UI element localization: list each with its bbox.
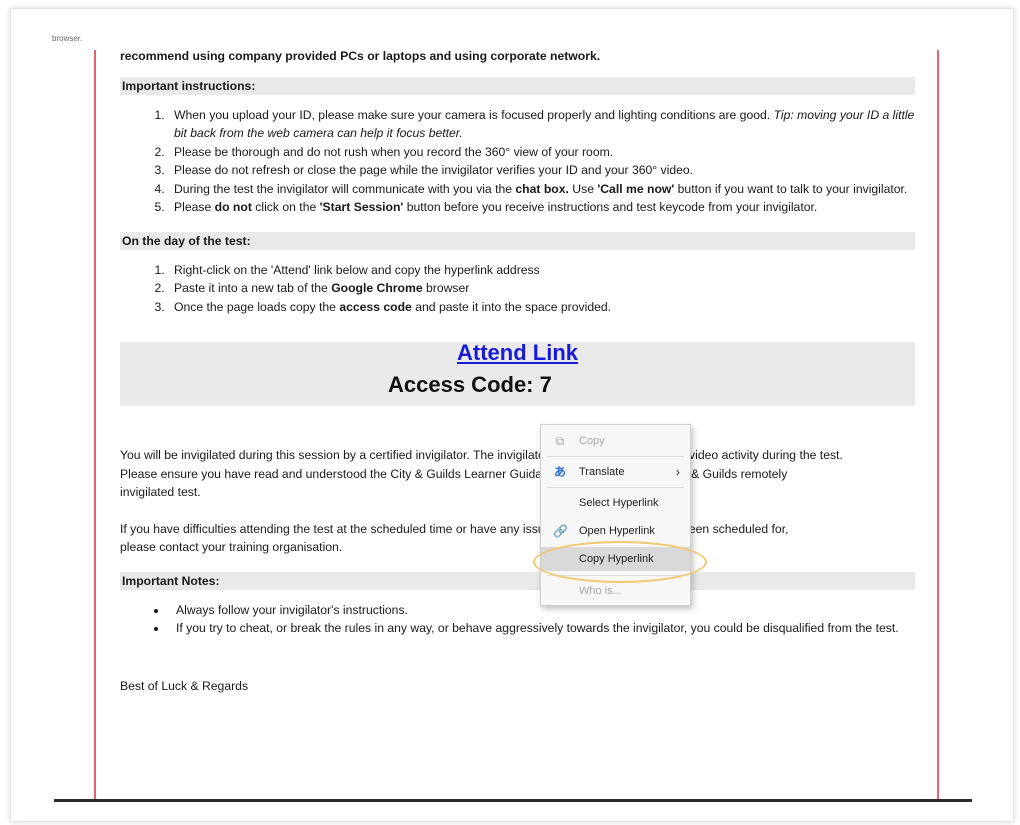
menu-separator [547, 456, 684, 457]
list-item: Paste it into a new tab of the Google Ch… [168, 279, 915, 298]
day-of-test-heading: On the day of the test: [120, 231, 915, 250]
menu-item-open-hyperlink[interactable]: 🔗 Open Hyperlink [541, 519, 690, 543]
copy-icon: ⧉ [555, 434, 565, 448]
attend-link[interactable]: Attend Link [120, 342, 915, 363]
right-margin-line [937, 50, 939, 800]
menu-item-copy[interactable]: ⧉ Copy [541, 429, 690, 453]
menu-separator [547, 487, 684, 488]
menu-item-select-hyperlink[interactable]: Select Hyperlink [541, 491, 690, 515]
list-item: Please be thorough and do not rush when … [168, 143, 915, 162]
left-margin-line [94, 50, 96, 800]
important-instructions-heading: Important instructions: [120, 76, 915, 95]
list-item: If you try to cheat, or break the rules … [168, 619, 915, 638]
attend-box: Attend Link Access Code: 7 [120, 342, 915, 406]
list-item: Right-click on the 'Attend' link below a… [168, 261, 915, 280]
difficulties-paragraph-line: please contact your training organisatio… [120, 540, 343, 554]
closing-line: Best of Luck & Regards [120, 678, 249, 693]
intro-line: recommend using company provided PCs or … [120, 49, 601, 63]
list-item: Please do not refresh or close the page … [168, 161, 915, 180]
day-of-test-list: Right-click on the 'Attend' link below a… [120, 261, 915, 317]
translate-icon: あ [553, 465, 566, 479]
important-notes-heading: Important Notes: [120, 571, 915, 590]
invigilation-paragraph-line: invigilated test. [120, 485, 201, 499]
chevron-right-icon: › [676, 465, 680, 479]
invigilation-paragraph-line: Please ensure you have read and understo… [120, 466, 788, 481]
highlight-ring [533, 541, 707, 583]
notes-list: Always follow your invigilator's instruc… [120, 601, 915, 638]
stray-text: browser. [52, 34, 83, 43]
instructions-list: When you upload your ID, please make sur… [120, 106, 915, 217]
menu-item-translate[interactable]: あ Translate › [541, 460, 690, 484]
document-body: recommend using company provided PCs or … [120, 47, 915, 695]
difficulties-paragraph-line: If you have difficulties attending the t… [120, 521, 789, 536]
list-item: Once the page loads copy the access code… [168, 298, 915, 317]
list-item: When you upload your ID, please make sur… [168, 106, 915, 143]
link-icon: 🔗 [553, 524, 568, 538]
list-item: During the test the invigilator will com… [168, 180, 915, 199]
invigilation-paragraph-line: You will be invigilated during this sess… [120, 448, 843, 462]
bottom-rule [54, 799, 972, 802]
access-code: Access Code: 7 [388, 372, 552, 397]
list-item: Please do not click on the 'Start Sessio… [168, 198, 915, 217]
